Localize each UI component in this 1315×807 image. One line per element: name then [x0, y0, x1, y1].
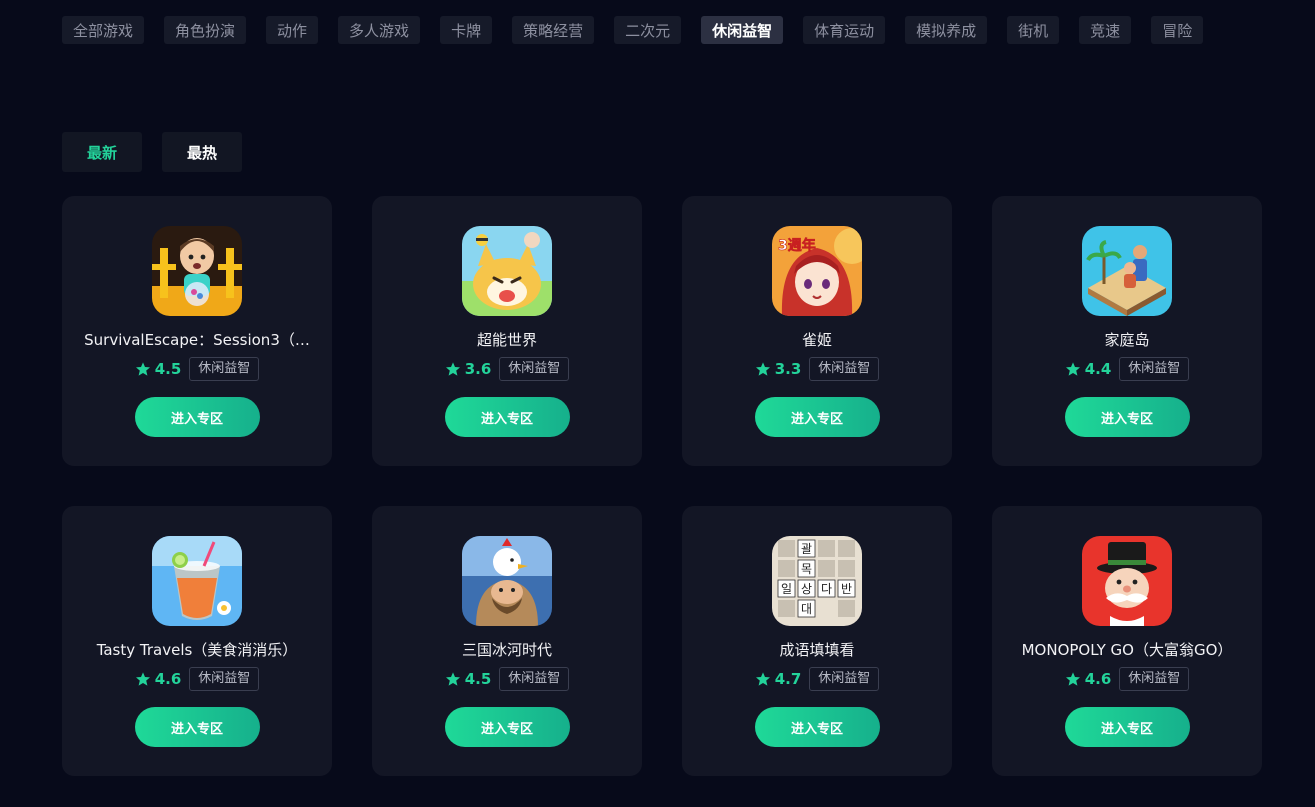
genre-tag: 休闲益智 [809, 667, 880, 691]
star-icon [135, 362, 150, 376]
star-icon [1065, 362, 1080, 376]
game-meta: 3.3 休闲益智 [755, 356, 880, 382]
family-island-game-icon[interactable] [1082, 226, 1172, 316]
game-title: 超能世界 [476, 331, 537, 349]
category-chip-adventure[interactable]: 冒险 [1151, 16, 1204, 44]
game-meta: 4.7 休闲益智 [755, 666, 880, 692]
game-card-grid: SurvivalEscape：Session3（… 4.5 休闲益智 进入专区 [62, 196, 1262, 776]
game-meta: 4.5 休闲益智 [135, 356, 260, 382]
game-rating: 4.7 [755, 670, 802, 688]
game-meta: 4.4 休闲益智 [1065, 356, 1190, 382]
star-icon [755, 362, 770, 376]
category-chip-multiplayer[interactable]: 多人游戏 [338, 16, 421, 44]
game-rating: 3.6 [445, 360, 492, 378]
crossword-tile: 대 [801, 602, 812, 616]
rating-value: 4.4 [1084, 360, 1112, 378]
enter-zone-button[interactable]: 进入专区 [134, 707, 260, 747]
rating-value: 4.7 [774, 670, 802, 688]
game-title: 家庭岛 [1104, 331, 1150, 349]
sort-tabs: 最新 最热 [62, 132, 242, 172]
category-chip-action[interactable]: 动作 [266, 16, 319, 44]
enter-zone-button[interactable]: 进入专区 [444, 397, 570, 437]
game-card: 超能世界 3.6 休闲益智 进入专区 [372, 196, 642, 466]
game-card: Tasty Travels（美食消消乐） 4.6 休闲益智 进入专区 [62, 506, 332, 776]
crossword-tile: 상 [801, 582, 812, 596]
sort-tab-hottest[interactable]: 最热 [162, 132, 242, 172]
game-meta: 3.6 休闲益智 [445, 356, 570, 382]
genre-tag: 休闲益智 [499, 357, 570, 381]
genre-tag: 休闲益智 [189, 357, 260, 381]
enter-zone-button[interactable]: 进入专区 [1064, 397, 1190, 437]
category-chip-rpg[interactable]: 角色扮演 [164, 16, 247, 44]
crossword-tile: 일 [781, 582, 792, 596]
game-card: 괄 목 일 상 다 반 대 成语填填看 4.7 休闲益智 进入专区 [682, 506, 952, 776]
game-rating: 4.4 [1065, 360, 1112, 378]
tasty-travels-game-icon[interactable] [152, 536, 242, 626]
game-title: SurvivalEscape：Session3（… [84, 331, 310, 349]
genre-tag: 休闲益智 [1119, 357, 1190, 381]
game-meta: 4.5 休闲益智 [445, 666, 570, 692]
star-icon [135, 672, 150, 686]
sort-tab-newest[interactable]: 最新 [62, 132, 142, 172]
game-rating: 4.5 [445, 670, 492, 688]
enter-zone-button[interactable]: 进入专区 [134, 397, 260, 437]
game-card: 家庭岛 4.4 休闲益智 进入专区 [992, 196, 1262, 466]
crossword-tile: 반 [841, 582, 852, 596]
category-filter-bar: 全部游戏 角色扮演 动作 多人游戏 卡牌 策略经营 二次元 休闲益智 体育运动 … [62, 16, 1262, 44]
category-chip-casual-puzzle[interactable]: 休闲益智 [701, 16, 784, 44]
enter-zone-button[interactable]: 进入专区 [754, 397, 880, 437]
category-chip-strategy[interactable]: 策略经营 [512, 16, 595, 44]
game-rating: 4.5 [135, 360, 182, 378]
category-chip-racing[interactable]: 竞速 [1079, 16, 1132, 44]
game-rating: 3.3 [755, 360, 802, 378]
game-rating: 4.6 [135, 670, 182, 688]
genre-tag: 休闲益智 [1119, 667, 1190, 691]
game-rating: 4.6 [1065, 670, 1112, 688]
star-icon [445, 672, 460, 686]
category-chip-all[interactable]: 全部游戏 [62, 16, 145, 44]
game-card: SurvivalEscape：Session3（… 4.5 休闲益智 进入专区 [62, 196, 332, 466]
crossword-tile: 다 [821, 582, 832, 596]
rating-value: 4.5 [464, 670, 492, 688]
star-icon [1065, 672, 1080, 686]
star-icon [445, 362, 460, 376]
category-chip-arcade[interactable]: 街机 [1007, 16, 1060, 44]
mahjong-girl-game-icon[interactable]: 3週年 [772, 226, 862, 316]
three-kingdoms-ice-age-game-icon[interactable] [462, 536, 552, 626]
idiom-crossword-game-icon[interactable]: 괄 목 일 상 다 반 대 [772, 536, 862, 626]
game-title: 成语填填看 [779, 641, 855, 659]
game-card: 3週年 雀姬 3.3 休闲益智 进入专区 [682, 196, 952, 466]
category-chip-card[interactable]: 卡牌 [440, 16, 493, 44]
rating-value: 4.6 [1084, 670, 1112, 688]
game-title: 雀姬 [801, 331, 832, 349]
anniversary-badge: 3週年 [778, 237, 816, 254]
game-card: MONOPOLY GO（大富翁GO） 4.6 休闲益智 进入专区 [992, 506, 1262, 776]
crossword-tile: 목 [801, 562, 812, 576]
game-meta: 4.6 休闲益智 [1065, 666, 1190, 692]
category-chip-sports[interactable]: 体育运动 [803, 16, 886, 44]
category-chip-simulation[interactable]: 模拟养成 [905, 16, 988, 44]
rating-value: 4.6 [154, 670, 182, 688]
monopoly-go-game-icon[interactable] [1082, 536, 1172, 626]
genre-tag: 休闲益智 [809, 357, 880, 381]
genre-tag: 休闲益智 [189, 667, 260, 691]
enter-zone-button[interactable]: 进入专区 [1064, 707, 1190, 747]
super-world-game-icon[interactable] [462, 226, 552, 316]
enter-zone-button[interactable]: 进入专区 [754, 707, 880, 747]
game-title: 三国冰河时代 [461, 641, 552, 659]
rating-value: 3.3 [774, 360, 802, 378]
genre-tag: 休闲益智 [499, 667, 570, 691]
survival-escape-game-icon[interactable] [152, 226, 242, 316]
game-title: MONOPOLY GO（大富翁GO） [1021, 641, 1233, 659]
rating-value: 3.6 [464, 360, 492, 378]
game-card: 三国冰河时代 4.5 休闲益智 进入专区 [372, 506, 642, 776]
enter-zone-button[interactable]: 进入专区 [444, 707, 570, 747]
game-center-page: 全部游戏 角色扮演 动作 多人游戏 卡牌 策略经营 二次元 休闲益智 体育运动 … [0, 0, 1315, 807]
crossword-tile: 괄 [801, 542, 812, 556]
game-meta: 4.6 休闲益智 [135, 666, 260, 692]
rating-value: 4.5 [154, 360, 182, 378]
game-title: Tasty Travels（美食消消乐） [96, 641, 298, 659]
star-icon [755, 672, 770, 686]
category-chip-anime[interactable]: 二次元 [614, 16, 682, 44]
